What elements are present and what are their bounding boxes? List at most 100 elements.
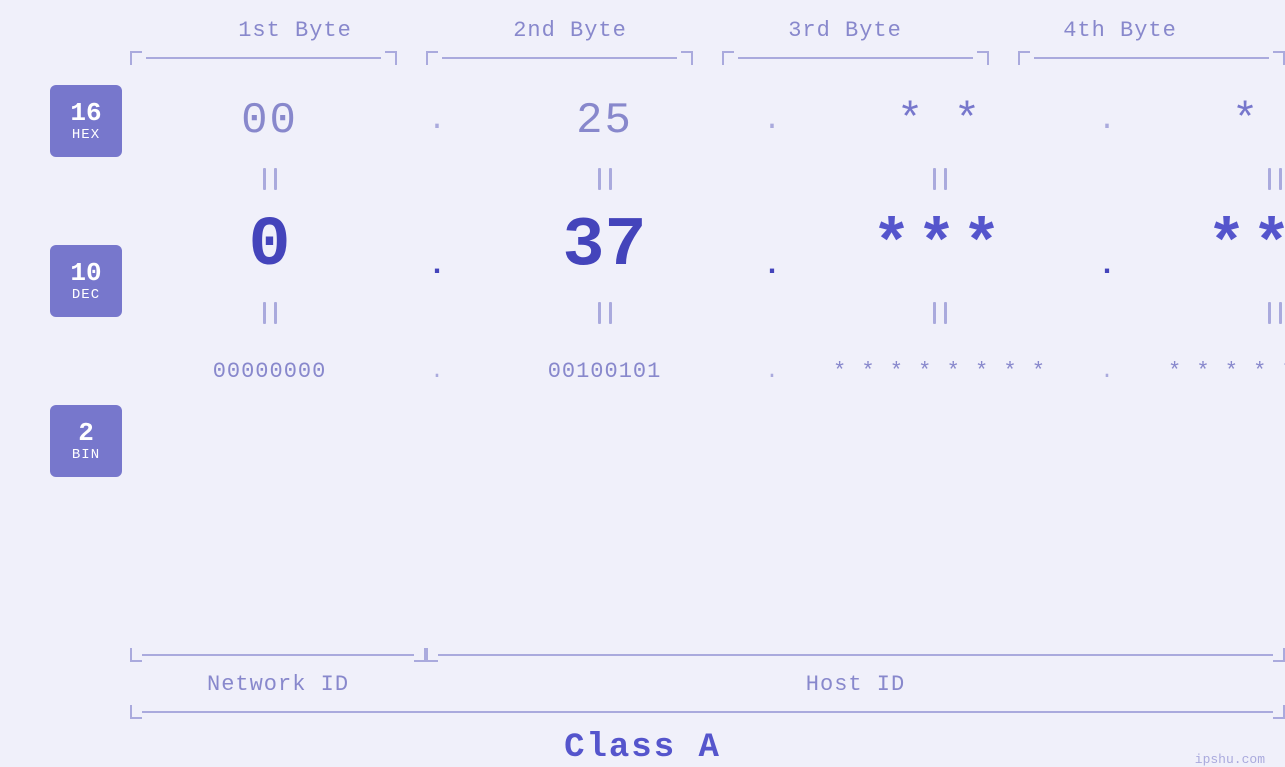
host-bracket-line bbox=[426, 648, 1285, 662]
dec-num: 10 bbox=[70, 259, 101, 288]
hex-base: HEX bbox=[72, 127, 100, 143]
dot2-col: . . . bbox=[742, 85, 802, 407]
dot3-dec: . bbox=[1098, 201, 1116, 291]
byte2-eq2 bbox=[598, 291, 612, 335]
byte1-data: 00 0 00000000 bbox=[132, 85, 407, 407]
dot2-hex: . bbox=[763, 85, 781, 157]
byte3-bin: * * * * * * * * bbox=[833, 335, 1046, 407]
network-bracket-line bbox=[130, 648, 426, 662]
dot3-hex: . bbox=[1098, 85, 1116, 157]
hex-badge: 16 HEX bbox=[50, 85, 122, 157]
byte2-bin: 00100101 bbox=[548, 335, 662, 407]
full-bracket-line bbox=[130, 705, 1285, 719]
bottom-brackets-row: Network ID Host ID bbox=[130, 648, 1285, 697]
byte1-header: 1st Byte bbox=[158, 18, 433, 43]
byte3-eq2 bbox=[933, 291, 947, 335]
eq-bar bbox=[933, 168, 936, 190]
eq-bar bbox=[274, 168, 277, 190]
bracket-line-1 bbox=[146, 57, 381, 59]
bracket-corner-right-2 bbox=[681, 51, 693, 65]
eq-bar bbox=[263, 168, 266, 190]
bracket-byte3 bbox=[722, 51, 989, 65]
byte3-data: * * *** * * * * * * * * bbox=[802, 85, 1077, 407]
eq-bar bbox=[1279, 302, 1282, 324]
host-bracket: Host ID bbox=[426, 648, 1285, 697]
byte2-dec: 37 bbox=[562, 201, 646, 291]
host-bracket-inner bbox=[438, 654, 1273, 656]
bracket-byte2 bbox=[426, 51, 693, 65]
class-label: Class A bbox=[564, 729, 721, 767]
eq-bar bbox=[1279, 168, 1282, 190]
bin-badge: 2 BIN bbox=[50, 405, 122, 477]
dot3-bin: . bbox=[1100, 335, 1113, 407]
dot3-col: . . . bbox=[1077, 85, 1137, 407]
bin-base: BIN bbox=[72, 447, 100, 463]
dot1-bin: . bbox=[430, 335, 443, 407]
byte2-eq1 bbox=[598, 157, 612, 201]
dot1-dec: . bbox=[428, 201, 446, 291]
byte1-bin: 00000000 bbox=[213, 335, 327, 407]
byte4-bin: * * * * * * * * bbox=[1168, 335, 1285, 407]
host-bracket-left bbox=[426, 648, 438, 662]
byte4-hex: * * bbox=[1232, 85, 1285, 157]
eq-bar bbox=[1268, 302, 1271, 324]
network-bracket-left bbox=[130, 648, 142, 662]
byte1-eq2 bbox=[263, 291, 277, 335]
byte-headers: 1st Byte 2nd Byte 3rd Byte 4th Byte bbox=[0, 0, 1285, 43]
eq-bar bbox=[609, 302, 612, 324]
dec-base: DEC bbox=[72, 287, 100, 303]
byte2-hex: 25 bbox=[576, 85, 633, 157]
bracket-corner-left-2 bbox=[426, 51, 438, 65]
dot1-hex: . bbox=[428, 85, 446, 157]
top-brackets bbox=[0, 51, 1285, 65]
full-bottom-bracket bbox=[130, 705, 1285, 719]
host-id-label: Host ID bbox=[806, 662, 905, 697]
network-bracket-inner bbox=[142, 654, 414, 656]
data-grid: 00 0 00000000 . . . bbox=[122, 85, 1285, 407]
main-container: 1st Byte 2nd Byte 3rd Byte 4th Byte bbox=[0, 0, 1285, 767]
bracket-line-4 bbox=[1034, 57, 1269, 59]
byte4-eq1 bbox=[1268, 157, 1282, 201]
host-bracket-right bbox=[1273, 648, 1285, 662]
bracket-line-2 bbox=[442, 57, 677, 59]
byte4-eq2 bbox=[1268, 291, 1282, 335]
eq-bar bbox=[609, 168, 612, 190]
byte4-header: 4th Byte bbox=[983, 18, 1258, 43]
hex-num: 16 bbox=[70, 99, 101, 128]
byte3-hex: * * bbox=[897, 85, 982, 157]
byte2-header: 2nd Byte bbox=[433, 18, 708, 43]
labels-column: 16 HEX 10 DEC 2 BIN bbox=[0, 85, 122, 477]
eq-bar bbox=[944, 302, 947, 324]
content-area: 16 HEX 10 DEC 2 BIN 00 0 bbox=[0, 85, 1285, 642]
bracket-corner-right-1 bbox=[385, 51, 397, 65]
dec-badge: 10 DEC bbox=[50, 245, 122, 317]
eq-bar bbox=[598, 302, 601, 324]
network-bracket: Network ID bbox=[130, 648, 426, 697]
dot2-dec: . bbox=[763, 201, 781, 291]
eq-bar bbox=[933, 302, 936, 324]
bracket-corner-left-3 bbox=[722, 51, 734, 65]
byte3-dec: *** bbox=[872, 201, 1007, 291]
full-bracket-right bbox=[1273, 705, 1285, 719]
eq-bar bbox=[274, 302, 277, 324]
eq-bar bbox=[1268, 168, 1271, 190]
bottom-bracket-area: Network ID Host ID bbox=[0, 648, 1285, 697]
bracket-corner-right-3 bbox=[977, 51, 989, 65]
bin-num: 2 bbox=[78, 419, 94, 448]
byte3-header: 3rd Byte bbox=[708, 18, 983, 43]
dot1-col: . . . bbox=[407, 85, 467, 407]
bracket-corner-left-1 bbox=[130, 51, 142, 65]
bracket-byte1 bbox=[130, 51, 397, 65]
network-bracket-right bbox=[414, 648, 426, 662]
byte2-data: 25 37 00100101 bbox=[467, 85, 742, 407]
byte4-data: * * *** * * * * * * * * bbox=[1137, 85, 1285, 407]
class-row: Class A ipshu.com bbox=[0, 729, 1285, 767]
byte1-hex: 00 bbox=[241, 85, 298, 157]
network-id-label: Network ID bbox=[207, 662, 349, 697]
bracket-corner-right-4 bbox=[1273, 51, 1285, 65]
byte1-eq1 bbox=[263, 157, 277, 201]
eq-bar bbox=[598, 168, 601, 190]
watermark: ipshu.com bbox=[1195, 752, 1265, 767]
eq-bar bbox=[944, 168, 947, 190]
full-bracket-inner bbox=[142, 711, 1273, 713]
